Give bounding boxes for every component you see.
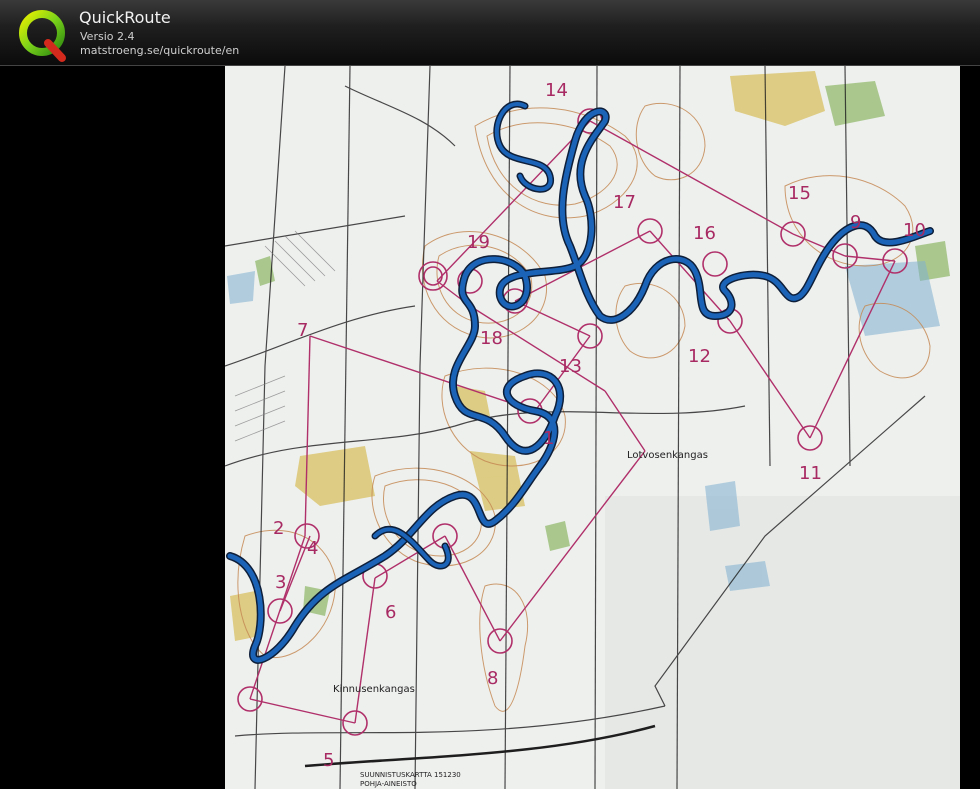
control-number: 18 bbox=[480, 328, 503, 349]
place-name-lotvosenkangas: Lotvosenkangas bbox=[627, 450, 708, 461]
control-number: 17 bbox=[613, 192, 636, 213]
app-url[interactable]: matstroeng.se/quickroute/en bbox=[80, 44, 239, 57]
control-number: 14 bbox=[545, 80, 568, 101]
app-header: QuickRoute Versio 2.4 matstroeng.se/quic… bbox=[0, 0, 980, 66]
place-name-kinnusenkangas: Kinnusenkangas bbox=[333, 684, 415, 695]
app-version: Versio 2.4 bbox=[80, 30, 135, 43]
control-number: 3 bbox=[275, 572, 286, 593]
control-number: 1 bbox=[543, 428, 554, 449]
control-number: 2 bbox=[273, 518, 284, 539]
control-number: 12 bbox=[688, 346, 711, 367]
control-number: 10 bbox=[903, 220, 926, 241]
control-number: 7 bbox=[297, 320, 308, 341]
map-viewport[interactable]: 14 17 16 15 9 10 12 11 19 18 13 1 7 2 3 … bbox=[0, 66, 980, 789]
map-caption: SUUNNISTUSKARTTA 151230 bbox=[360, 771, 461, 779]
control-number: 19 bbox=[467, 232, 490, 253]
map-blank-area bbox=[605, 496, 960, 789]
control-number: 6 bbox=[385, 602, 396, 623]
quickroute-logo-icon bbox=[19, 10, 66, 62]
control-number: 4 bbox=[307, 538, 318, 559]
control-number: 15 bbox=[788, 183, 811, 204]
orienteering-map[interactable]: 14 17 16 15 9 10 12 11 19 18 13 1 7 2 3 … bbox=[225, 66, 960, 789]
control-number: 11 bbox=[799, 463, 822, 484]
control-number: 13 bbox=[559, 356, 582, 377]
app-title: QuickRoute bbox=[79, 8, 171, 27]
control-number: 9 bbox=[850, 212, 861, 233]
map-caption-2: POHJA-AINEISTO bbox=[360, 780, 417, 788]
control-number: 5 bbox=[323, 750, 334, 771]
control-number: 8 bbox=[487, 668, 498, 689]
control-number: 16 bbox=[693, 223, 716, 244]
